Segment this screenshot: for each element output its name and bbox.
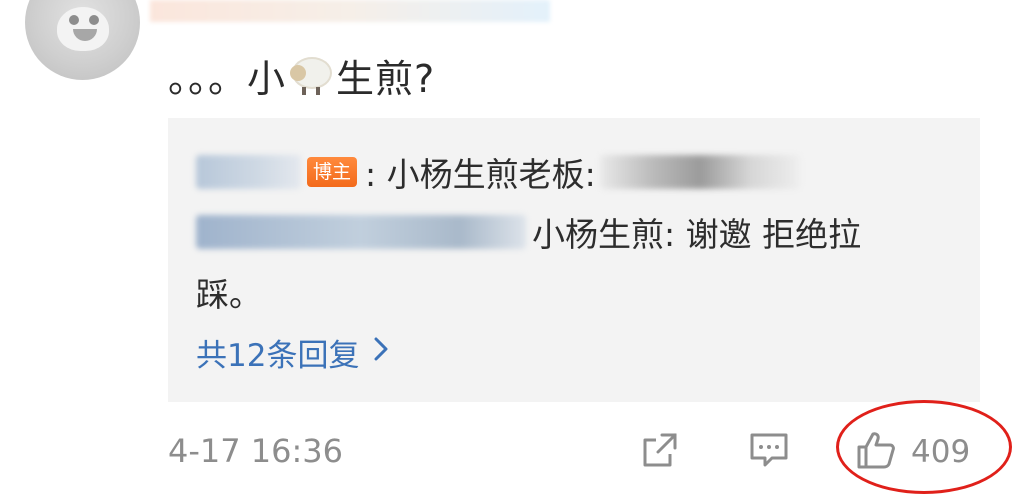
comment-prefix: 。。。小 <box>168 56 287 101</box>
reply-item[interactable]: 博主 : 小杨生煎老板: <box>196 148 800 196</box>
share-button[interactable] <box>640 428 688 476</box>
view-all-replies-link[interactable]: 共12条回复 <box>196 330 389 375</box>
red-highlight-circle <box>836 400 1012 494</box>
comment-card: 。。。小 生煎? 博主 : 小杨生煎老板: 小杨生煎: 谢邀 拒绝拉 踩。 共1… <box>0 0 1035 500</box>
sheep-emoji-icon <box>288 53 334 97</box>
more-replies-label: 共12条回复 <box>196 338 360 374</box>
reply-item[interactable]: 小杨生煎: 谢邀 拒绝拉 <box>196 208 861 256</box>
blurred-reply-text <box>599 155 800 189</box>
blurred-username[interactable] <box>196 215 526 249</box>
blurred-header <box>150 0 550 22</box>
reply-text: 踩。 <box>196 275 262 314</box>
comment-icon <box>748 430 790 474</box>
comment-suffix: 生煎? <box>336 56 436 101</box>
author-badge: 博主 <box>307 157 358 187</box>
avatar[interactable] <box>25 0 140 80</box>
share-icon <box>640 430 680 474</box>
comment-timestamp: 4-17 16:36 <box>168 432 344 470</box>
comment-button[interactable] <box>748 428 796 476</box>
reply-item-continuation: 踩。 <box>196 268 262 316</box>
reply-text: : 小杨生煎老板: <box>365 155 596 194</box>
chevron-right-icon <box>373 335 389 370</box>
reply-text: 小杨生煎: 谢邀 拒绝拉 <box>532 215 862 254</box>
reply-preview-box[interactable]: 博主 : 小杨生煎老板: 小杨生煎: 谢邀 拒绝拉 踩。 共12条回复 <box>168 118 980 402</box>
comment-text: 。。。小 生煎? <box>168 50 436 101</box>
blurred-username[interactable] <box>196 155 301 189</box>
